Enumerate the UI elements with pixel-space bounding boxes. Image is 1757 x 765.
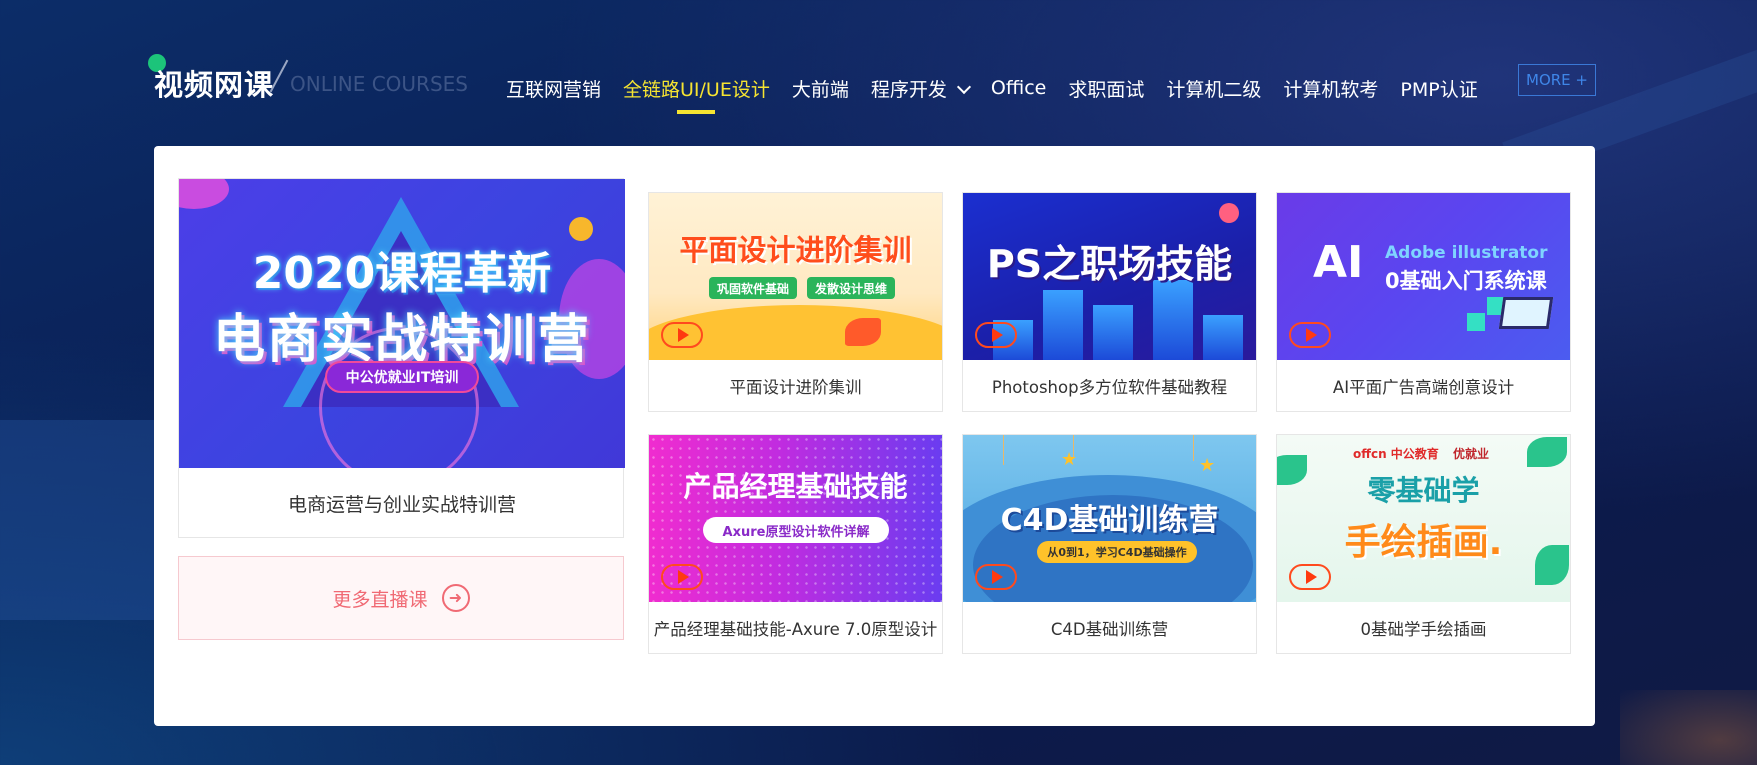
arrow-right-circle-icon: ➜ (441, 584, 470, 612)
nav-item-internet-marketing[interactable]: 互联网营销 (506, 75, 601, 102)
banner-pill-text: 中公优就业IT培训 (325, 361, 479, 393)
course-thumbnail: 平面设计进阶集训 巩固软件基础 发散设计思维 (649, 193, 942, 360)
course-title: 产品经理基础技能-Axure 7.0原型设计 (653, 620, 938, 639)
thumbnail-tag: 发散设计思维 (807, 277, 895, 299)
course-card[interactable]: 产品经理基础技能 Axure原型设计软件详解 产品经理基础技能-Axure 7.… (648, 434, 943, 654)
play-icon (661, 322, 703, 348)
thumbnail-subtitle: 0基础入门系统课 (1385, 269, 1547, 293)
course-thumbnail: AI Adobe illustrator 0基础入门系统课 (1277, 193, 1570, 360)
nav-item-office[interactable]: Office (991, 77, 1046, 99)
course-thumbnail: offcn 中公教育 优就业 零基础学 手绘插画. (1277, 435, 1570, 602)
nav-item-computer-soft-exam[interactable]: 计算机软考 (1283, 75, 1378, 102)
play-icon (1289, 322, 1331, 348)
nav-item-job-interview[interactable]: 求职面试 (1068, 75, 1144, 102)
more-live-label: 更多直播课 (332, 588, 428, 611)
logo-title: 视频网课 (154, 68, 275, 102)
thumbnail-title: 产品经理基础技能 (683, 470, 908, 503)
course-card[interactable]: PS之职场技能 Photoshop多方位软件基础教程 (962, 192, 1257, 412)
nav-item-computer-level-2[interactable]: 计算机二级 (1166, 75, 1261, 102)
course-title: AI平面广告高端创意设计 (1332, 378, 1515, 397)
thumbnail-subtitle: Adobe illustrator (1385, 243, 1548, 263)
thumbnail-brand: offcn 中公教育 (1353, 447, 1439, 461)
course-card[interactable]: AI Adobe illustrator 0基础入门系统课 AI平面广告高端创意… (1276, 192, 1571, 412)
play-icon (1289, 564, 1331, 590)
featured-course-title: 电商运营与创业实战特训营 (287, 493, 516, 516)
site-header: 视频网课 ONLINE COURSES 互联网营销 全链路UI/UE设计 大前端… (148, 50, 1596, 112)
course-title: C4D基础训练营 (1050, 620, 1169, 639)
nav-item-programming-label: 程序开发 (870, 78, 947, 101)
nav-item-programming[interactable]: 程序开发 (870, 75, 971, 102)
thumbnail-subtitle: 从0到1，学习C4D基础操作 (1037, 541, 1197, 563)
course-title: Photoshop多方位软件基础教程 (991, 378, 1228, 397)
play-icon (661, 564, 703, 590)
course-panel: 2020课程革新 电商实战特训营 中公优就业IT培训 电商运营与创业实战特训营 … (154, 146, 1595, 726)
featured-course-banner: 2020课程革新 电商实战特训营 中公优就业IT培训 (179, 179, 625, 468)
thumbnail-subtitle: Axure原型设计软件详解 (703, 517, 889, 543)
thumbnail-title: 手绘插画. (1344, 522, 1503, 563)
nav-item-pmp[interactable]: PMP认证 (1400, 75, 1477, 102)
thumbnail-title: 平面设计进阶集训 (679, 233, 912, 267)
thumbnail-title: C4D基础训练营 (1000, 503, 1219, 538)
play-icon (975, 564, 1017, 590)
course-thumbnail: 产品经理基础技能 Axure原型设计软件详解 (649, 435, 942, 602)
play-icon (975, 322, 1017, 348)
thumbnail-brand: 优就业 (1453, 447, 1490, 461)
course-card[interactable]: offcn 中公教育 优就业 零基础学 手绘插画. 0基础学手绘插画 (1276, 434, 1571, 654)
more-button[interactable]: MORE + (1518, 64, 1596, 96)
course-thumbnail: PS之职场技能 (963, 193, 1256, 360)
nav-item-ui-ue-design[interactable]: 全链路UI/UE设计 (623, 75, 770, 102)
logo-subtitle: ONLINE COURSES (290, 72, 468, 96)
thumbnail-title: AI (1313, 237, 1364, 288)
thumbnail-title: PS之职场技能 (986, 242, 1233, 286)
thumbnail-title: 零基础学 (1367, 474, 1480, 507)
more-live-courses-button[interactable]: 更多直播课 ➜ (178, 556, 624, 640)
main-nav: 互联网营销 全链路UI/UE设计 大前端 程序开发 Office 求职面试 计算… (506, 68, 1500, 108)
nav-item-frontend[interactable]: 大前端 (792, 75, 849, 102)
featured-course-card[interactable]: 2020课程革新 电商实战特训营 中公优就业IT培训 电商运营与创业实战特训营 (178, 178, 625, 538)
thumbnail-tag: 巩固软件基础 (709, 277, 797, 299)
course-title: 平面设计进阶集训 (729, 378, 862, 397)
course-thumbnail: ★ ★ C4D基础训练营 从0到1，学习C4D基础操作 (963, 435, 1256, 602)
course-card[interactable]: ★ ★ C4D基础训练营 从0到1，学习C4D基础操作 C4D基础训练营 (962, 434, 1257, 654)
chevron-down-icon (956, 79, 971, 94)
course-title: 0基础学手绘插画 (1360, 620, 1487, 639)
course-card[interactable]: 平面设计进阶集训 巩固软件基础 发散设计思维 平面设计进阶集训 (648, 192, 943, 412)
banner-year-text: 2020课程革新 (252, 248, 552, 299)
